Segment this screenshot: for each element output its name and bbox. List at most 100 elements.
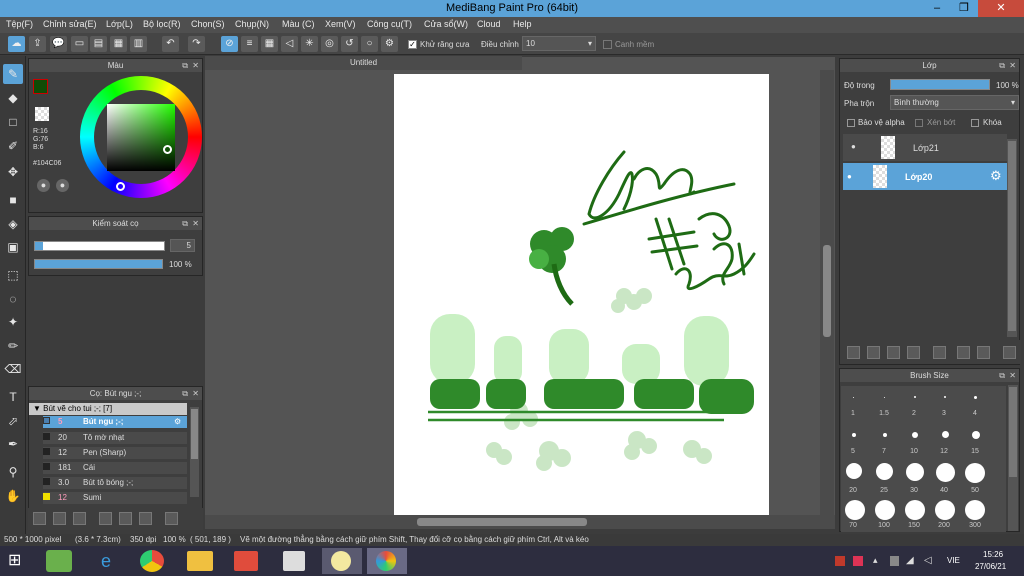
menu-layer[interactable]: Lớp(L) [106,19,133,29]
network-icon[interactable]: ◢ [906,555,914,566]
rect-tool-icon[interactable]: □ [3,112,23,132]
menu-window[interactable]: Cửa sổ(W) [424,19,468,29]
menu-file[interactable]: Tệp(F) [6,19,33,29]
foreground-swatch[interactable] [33,79,48,94]
close-icon[interactable]: ✕ [192,387,199,400]
vertical-scrollbar[interactable] [820,70,834,515]
bucket-tool-icon[interactable]: ◈ [3,214,23,234]
parallel-snap-icon[interactable]: ≡ [241,36,258,52]
eye-icon[interactable]: ● [851,142,856,151]
fill-rect-tool-icon[interactable]: ■ [3,190,23,210]
gear-icon[interactable]: ⚙ [174,416,181,428]
transparent-swatch[interactable] [35,107,49,121]
add-layer-menu-icon[interactable] [907,346,920,359]
brush-opacity-slider[interactable] [34,259,163,269]
new-8bit-layer-icon[interactable] [887,346,900,359]
hue-wheel[interactable] [80,76,202,198]
add-brush-icon[interactable] [73,512,86,525]
lasso-tool-icon[interactable]: ◌ [3,289,23,309]
gradient-tool-icon[interactable]: ▣ [3,237,23,257]
menu-capture[interactable]: Chụp(N) [235,19,269,29]
popout-icon[interactable]: ⧉ [999,59,1005,72]
palette-icon[interactable]: ● [37,179,50,192]
brush-item[interactable]: 3.0 Bút tô bóng ;-; [43,477,187,489]
volume-icon[interactable]: ◁ [924,555,932,566]
canvas-tab[interactable]: Untitled [205,56,522,70]
layer-row[interactable]: ● Lớp21 [843,134,1007,161]
medibang-taskbar-item[interactable] [367,548,407,574]
close-icon[interactable]: ✕ [1009,369,1016,382]
doc-icon[interactable]: ▥ [130,36,147,52]
canh-le-checkbox[interactable] [603,40,612,49]
circle-icon[interactable]: ○ [361,36,378,52]
folder-icon[interactable] [933,346,946,359]
brush-size-scrollbar[interactable] [1008,385,1018,531]
grid-snap-icon[interactable]: ▦ [261,36,278,52]
minimize-button[interactable]: – [924,0,950,17]
close-button[interactable]: ✕ [978,0,1024,17]
popout-icon[interactable]: ⧉ [182,217,188,230]
text-tool-icon[interactable]: T [3,387,23,407]
menu-color[interactable]: Màu (C) [282,19,315,29]
layer-list-scrollbar[interactable] [1007,139,1017,337]
menu-edit[interactable]: Chỉnh sửa(E) [43,19,97,29]
app-icon-1[interactable] [46,550,72,572]
duplicate-icon[interactable] [139,512,152,525]
select-eraser-icon[interactable]: ⌫ [3,359,23,379]
hand-tool-icon[interactable]: ✋ [3,486,23,506]
antialias-checkbox[interactable]: ✓ [408,40,417,49]
eraser-tool-icon[interactable]: ◆ [3,88,23,108]
canvas-document[interactable] [394,74,769,515]
saturation-square[interactable] [107,104,175,171]
gear-icon[interactable]: ⚙ [990,168,1002,184]
dropper-tool-icon[interactable]: ✒ [3,434,23,454]
brush-tool-icon[interactable]: ✎ [3,64,23,84]
share-icon[interactable]: ▭ [71,36,88,52]
taskbar-item[interactable] [322,548,362,574]
perspective-icon[interactable]: ◁ [281,36,298,52]
new-halftone-layer-icon[interactable] [867,346,880,359]
app-icon-3[interactable] [283,551,305,571]
operation-tool-icon[interactable]: ⬀ [3,411,23,431]
lock-checkbox[interactable] [971,119,979,127]
concentric-icon[interactable]: ◎ [321,36,338,52]
close-icon[interactable]: ✕ [192,59,199,72]
magic-wand-icon[interactable]: ✦ [3,312,23,332]
curve-icon[interactable]: ↺ [341,36,358,52]
settings-icon[interactable]: ⚙ [381,36,398,52]
menu-cloud[interactable]: Cloud [477,19,501,29]
hue-cursor[interactable] [116,182,125,191]
tray-icon[interactable] [890,556,899,566]
redo-icon[interactable]: ↷ [188,36,205,52]
close-icon[interactable]: ✕ [192,217,199,230]
popout-icon[interactable]: ⧉ [182,59,188,72]
windows-start-icon[interactable]: ⊞ [8,552,26,570]
brush-item[interactable]: 5 Bút ngu ;-; ⚙ [43,416,187,428]
tray-arrow-icon[interactable]: ▴ [873,555,878,566]
select-pen-icon[interactable]: ✏ [3,336,23,356]
menu-filter[interactable]: Bộ lọc(R) [143,19,181,29]
trash-icon[interactable] [1003,346,1016,359]
brush-size-value[interactable]: 5 [170,239,195,252]
tray-icon[interactable] [853,556,863,566]
eyedropper-icon[interactable]: ⚲ [3,462,23,482]
upload-icon[interactable]: ⇪ [29,36,46,52]
language-indicator[interactable]: VIE [947,556,960,565]
blend-select[interactable]: Bình thường ▾ [890,95,1019,110]
brush-list-scrollbar[interactable] [190,407,199,497]
adjust-select[interactable]: 10 ▾ [522,36,596,51]
comment-icon[interactable]: 💬 [50,36,67,52]
eye-icon[interactable]: ● [847,172,852,181]
folder-icon[interactable] [187,551,213,571]
new-brush-icon[interactable] [53,512,66,525]
brush-item[interactable]: 20 Tô mờ nhạt [43,432,187,444]
brush-size-grid[interactable]: 1 1.5 2 3 4 5 7 10 12 15 20 25 30 40 50 … [841,386,1006,532]
undo-icon[interactable]: ↶ [162,36,179,52]
clock-date[interactable]: 27/06/21 [975,562,1006,571]
new-layer-icon[interactable] [847,346,860,359]
brush-size-slider[interactable] [34,241,165,251]
merge-down-icon[interactable] [977,346,990,359]
ie-icon[interactable]: e [93,550,119,572]
select-tool-icon[interactable]: ⬚ [3,265,23,285]
menu-view[interactable]: Xem(V) [325,19,356,29]
